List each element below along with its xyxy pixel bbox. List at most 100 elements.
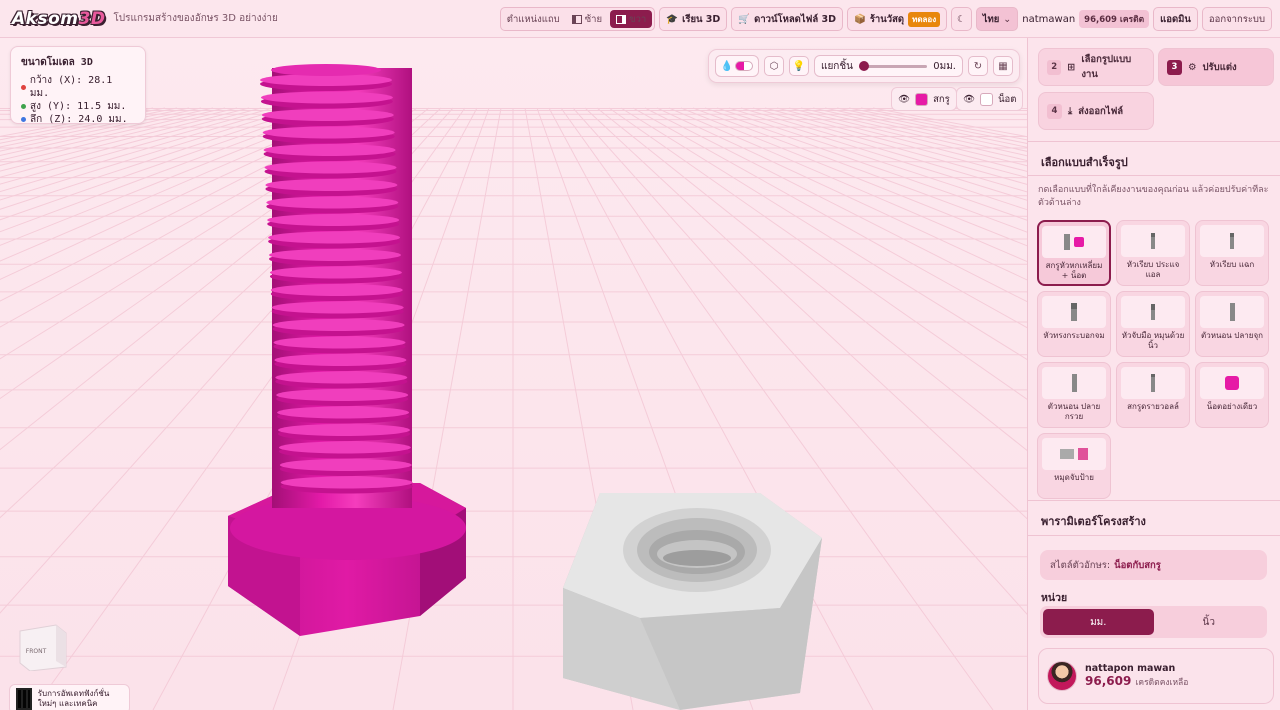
template-card-drywall-screw[interactable]: สกรูดรายวอลล์ <box>1116 362 1190 428</box>
grid-layout-button[interactable]: ▦ <box>993 56 1013 76</box>
panel-left-button[interactable]: ซ้าย <box>566 8 608 30</box>
template-label: สกรูดรายวอลล์ <box>1127 402 1179 411</box>
layout-icon: ⊞ <box>1067 61 1076 73</box>
template-thumbnail <box>1042 296 1106 328</box>
template-thumbnail <box>1042 438 1106 470</box>
sliders-icon: ⚙ <box>1188 61 1197 73</box>
template-label: หัวจับมือ หมุนด้วยนิ้ว <box>1121 331 1185 350</box>
lightbulb-button[interactable]: 💡 <box>789 56 809 76</box>
dimension-z: ลึก (Z): 24.0 มม. <box>30 114 128 125</box>
viewport-3d[interactable]: ขนาดโมเดล 3D กว้าง (X): 28.1 มม. สูง (Y)… <box>0 38 1027 710</box>
panel-left-icon <box>571 14 582 24</box>
lightbulb-icon: 💡 <box>792 60 806 72</box>
template-card-set-screw-dog[interactable]: ตัวหนอน ปลายจุก <box>1195 291 1269 357</box>
qr-promo[interactable]: รับการอัพเดทฟังก์ชั่นใหม่ๆ และเทคนิค <box>9 684 130 710</box>
template-thumbnail <box>1200 225 1264 257</box>
admin-button[interactable]: แอดมิน <box>1153 7 1198 31</box>
language-select[interactable]: ไทย ⌄ <box>975 7 1019 31</box>
unit-toggle: มม. นิ้ว <box>1040 606 1267 638</box>
viewport-toolbar: 💧 ⬡ 💡 แยกชิ้น 0มม. ↻ ▦ <box>708 49 1020 83</box>
template-card-set-screw-cone[interactable]: ตัวหนอน ปลายกรวย <box>1037 362 1111 428</box>
credit-badge: 96,609 เครดิต <box>1079 10 1150 28</box>
template-section-description: กดเลือกแบบที่ใกล้เคียงงานของคุณก่อน แล้ว… <box>1038 185 1269 208</box>
language-value: ไทย <box>982 13 1000 25</box>
download-3d-label: ดาวน์โหลดไฟล์ 3D <box>754 13 836 25</box>
explode-slider[interactable] <box>858 60 928 71</box>
part-chip-nut[interactable]: 👁 น็อต <box>956 87 1024 111</box>
explode-value: 0มม. <box>933 60 956 72</box>
nut-part-label: น็อต <box>998 93 1017 105</box>
chevron-down-icon: ⌄ <box>1003 13 1012 25</box>
step-choose-pattern[interactable]: 2 ⊞ เลือกรูปแบบงาน <box>1038 48 1154 86</box>
panel-right-icon <box>616 14 627 24</box>
explode-slider-knob[interactable] <box>858 60 869 71</box>
template-card-flat-hex-key[interactable]: หัวเรียบ ประแจแอล <box>1116 220 1190 286</box>
part-chip-bolt[interactable]: 👁 สกรู <box>891 87 957 111</box>
color-mode-toggle[interactable]: 💧 <box>715 55 759 77</box>
template-section-title: เลือกแบบสำเร็จรูป <box>1041 156 1128 169</box>
template-thumbnail <box>1121 367 1185 399</box>
drop-icon: 💧 <box>720 60 734 72</box>
view-cube[interactable]: FRONT <box>18 623 68 671</box>
user-card: nattapon mawan 96,609 เครดิตคงเหลือ <box>1038 648 1274 704</box>
cube-view-button[interactable]: ⬡ <box>764 56 784 76</box>
bolt-model[interactable] <box>228 64 466 636</box>
template-card-socket-cap[interactable]: หัวทรงกระบอกจม <box>1037 291 1111 357</box>
font-style-label: สไตล์ตัวอักษร: <box>1050 559 1111 571</box>
template-card-flat-phillips[interactable]: หัวเรียบ แฉก <box>1195 220 1269 286</box>
qr-code <box>16 688 32 710</box>
dark-mode-toggle[interactable]: ☾ <box>951 7 972 31</box>
template-label: ตัวหนอน ปลายกรวย <box>1047 402 1101 421</box>
template-card-nut-only[interactable]: น็อตอย่างเดียว <box>1195 362 1269 428</box>
step-export[interactable]: 4 ⤓ ส่งออกไฟล์ <box>1038 92 1154 130</box>
template-thumbnail <box>1200 296 1264 328</box>
template-card-sign-standoff[interactable]: หมุดจับป้าย <box>1037 433 1111 499</box>
package-icon: 📦 <box>853 13 866 25</box>
graduation-cap-icon: 🎓 <box>666 13 679 25</box>
nut-model[interactable] <box>563 493 822 710</box>
font-style-value: น็อตกับสกรู <box>1114 559 1161 571</box>
panel-divider <box>1028 175 1280 176</box>
x-axis-dot <box>21 84 26 90</box>
scene-canvas[interactable] <box>0 38 1027 710</box>
logout-button[interactable]: ออกจากระบบ <box>1201 7 1272 31</box>
step-label: ส่งออกไฟล์ <box>1078 105 1124 117</box>
explode-label: แยกชิ้น <box>821 60 853 72</box>
learn-3d-button[interactable]: 🎓 เรียน 3D <box>659 7 728 31</box>
panel-divider <box>1028 535 1280 536</box>
template-label: หัวเรียบ ประแจแอล <box>1126 260 1180 279</box>
panel-right-label: ขวา <box>629 13 647 25</box>
refresh-icon: ↻ <box>973 60 983 72</box>
step-customize[interactable]: 3 ⚙ ปรับแต่ง <box>1158 48 1274 86</box>
template-label: สกรูหัวหกเหลี่ยม + น็อต <box>1045 261 1103 280</box>
nut-color-swatch[interactable] <box>980 92 994 106</box>
step-number: 3 <box>1167 59 1182 75</box>
panel-right-button[interactable]: ขวา <box>610 10 653 28</box>
unit-mm-button[interactable]: มม. <box>1043 609 1154 635</box>
top-actions: ตำแหน่งแถบ ซ้าย ขวา 🎓 เรียน 3D 🛒 ดาวน์โห… <box>499 7 1272 31</box>
eye-icon[interactable]: 👁 <box>898 94 910 105</box>
template-label: หัวเรียบ แฉก <box>1209 260 1255 269</box>
template-thumbnail <box>1200 367 1264 399</box>
template-card-thumb-screw[interactable]: หัวจับมือ หมุนด้วยนิ้ว <box>1116 291 1190 357</box>
reset-view-button[interactable]: ↻ <box>968 56 988 76</box>
template-thumbnail <box>1042 367 1106 399</box>
dimension-y: สูง (Y): 11.5 มม. <box>30 101 127 112</box>
step-number: 2 <box>1047 59 1062 75</box>
download-3d-button[interactable]: 🛒 ดาวน์โหลดไฟล์ 3D <box>731 7 843 31</box>
view-cube-face-label: FRONT <box>26 648 47 655</box>
template-card-hex-bolt-nut[interactable]: สกรูหัวหกเหลี่ยม + น็อต <box>1037 220 1111 286</box>
eye-icon[interactable]: 👁 <box>963 94 975 105</box>
template-label: หัวทรงกระบอกจม <box>1043 331 1105 340</box>
panel-divider <box>1028 500 1280 501</box>
structure-section-title: พารามิเตอร์โครงสร้าง <box>1041 515 1146 528</box>
dimension-x: กว้าง (X): 28.1 มม. <box>29 75 113 99</box>
app-logo[interactable]: Aksom3D <box>12 9 105 29</box>
step-label: ปรับแต่ง <box>1202 61 1237 73</box>
material-shop-button[interactable]: 📦 ร้านวัสดุ ทดลอง <box>846 7 948 31</box>
logo-accent: 3D <box>78 8 106 29</box>
unit-label: หน่วย <box>1041 592 1068 604</box>
unit-inch-button[interactable]: นิ้ว <box>1154 609 1265 635</box>
bolt-color-swatch[interactable] <box>915 92 929 106</box>
shop-trial-badge: ทดลอง <box>908 11 941 27</box>
